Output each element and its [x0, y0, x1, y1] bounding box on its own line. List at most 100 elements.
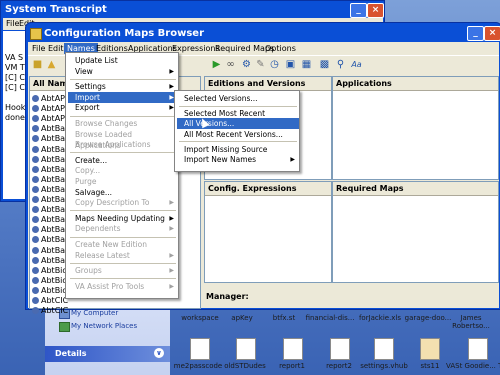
- tool-icon[interactable]: ▦: [300, 58, 313, 71]
- application-icon: [32, 125, 39, 133]
- menu-item[interactable]: Selected Versions...: [177, 93, 299, 104]
- application-icon: [32, 307, 39, 315]
- pane-header: Required Maps: [333, 182, 498, 196]
- required-maps-pane[interactable]: Required Maps: [332, 181, 499, 283]
- font-icon[interactable]: Aa: [350, 58, 363, 71]
- file-icon[interactable]: [330, 338, 350, 360]
- application-icon: [32, 226, 39, 234]
- menu-item[interactable]: Import ▶: [68, 91, 178, 103]
- manager-label: Manager:: [206, 292, 249, 301]
- menu-item-label: Maps Needing Updating: [75, 213, 165, 223]
- menu-item-label: Import Missing Source: [184, 144, 268, 154]
- open-folder-icon[interactable]: ▲: [45, 58, 58, 71]
- applications-pane[interactable]: Applications: [332, 76, 499, 180]
- application-icon: [32, 256, 39, 264]
- application-icon: [32, 135, 39, 143]
- application-icon: [32, 236, 39, 244]
- menu-item[interactable]: Create...: [68, 155, 178, 166]
- application-icon: [32, 196, 39, 203]
- menu-item[interactable]: Settings ▶: [68, 81, 178, 92]
- minimize-button[interactable]: _: [467, 26, 484, 41]
- menu-item[interactable]: Update List: [68, 55, 178, 66]
- import-submenu: Selected Versions... Selected Most Recent…: [174, 90, 300, 172]
- menu-separator: [179, 105, 297, 107]
- menu-item: Browse Loaded Applications: [68, 129, 178, 150]
- menu-item[interactable]: Salvage...: [68, 187, 178, 198]
- menu-item-label: Salvage...: [75, 187, 113, 197]
- menu-separator: [70, 236, 176, 238]
- close-button[interactable]: ×: [367, 3, 384, 18]
- tool-icon[interactable]: ✎: [254, 58, 267, 71]
- desktop-file-label[interactable]: VASt Goodie... Tools Arg...: [446, 362, 500, 370]
- submenu-arrow-icon: ▶: [169, 282, 174, 290]
- new-icon[interactable]: ■: [31, 58, 44, 71]
- menu-item-label: Update List: [75, 56, 118, 65]
- my-network-places-link[interactable]: My Network Places: [71, 322, 137, 330]
- menu-item: VA Assist Pro Tools ▶: [68, 281, 178, 292]
- tool-icon[interactable]: ▩: [318, 58, 331, 71]
- list-item[interactable]: AbtCIC: [32, 305, 68, 316]
- menu-item-label: Import: [75, 92, 100, 102]
- close-button[interactable]: ×: [484, 26, 500, 41]
- menu-separator: [70, 262, 176, 264]
- application-icon: [32, 105, 39, 113]
- menu-item[interactable]: Maps Needing Updating ▶: [68, 213, 178, 224]
- menu-separator: [70, 210, 176, 212]
- file-icon[interactable]: [468, 338, 488, 360]
- file-icon[interactable]: [420, 338, 440, 360]
- menu-item[interactable]: View ▶: [68, 66, 178, 77]
- search-icon[interactable]: ⚲: [334, 58, 347, 71]
- menu-item[interactable]: All Most Recent Versions...: [177, 129, 299, 140]
- clock-icon[interactable]: ◷: [268, 58, 281, 71]
- menu-file[interactable]: File: [6, 19, 19, 28]
- menu-separator: [70, 278, 176, 280]
- menu-item[interactable]: Export ▶: [68, 102, 178, 113]
- transcript-line: [C] C: [5, 83, 25, 92]
- menu-item: Browse Applications: [68, 139, 178, 150]
- menu-item: Purge: [68, 176, 178, 187]
- file-icon[interactable]: [374, 338, 394, 360]
- application-icon: [32, 95, 39, 102]
- file-icon[interactable]: [236, 338, 256, 360]
- tool-icon[interactable]: ⚙: [240, 58, 253, 71]
- inspect-icon[interactable]: ∞: [224, 58, 237, 71]
- menu-options[interactable]: Options: [262, 43, 299, 54]
- menu-item-label: Export: [75, 103, 100, 113]
- run-icon[interactable]: ▶: [210, 58, 223, 71]
- file-icon[interactable]: [190, 338, 210, 360]
- application-icon: [32, 175, 39, 183]
- menu-item-label: Settings: [75, 82, 106, 92]
- my-computer-link[interactable]: My Computer: [71, 309, 118, 317]
- minimize-button[interactable]: _: [350, 3, 367, 18]
- submenu-arrow-icon: ▶: [169, 199, 174, 207]
- menu-item-label: All Most Recent Versions...: [184, 129, 283, 139]
- submenu-arrow-icon: ▶: [169, 214, 174, 222]
- details-section-header[interactable]: Details ∨: [45, 346, 170, 362]
- menu-item: Copy Description To ▶: [68, 197, 178, 208]
- desktop-file-label[interactable]: James Robertso...: [442, 314, 500, 330]
- pane-header: Applications: [333, 77, 498, 91]
- transcript-line: VA S: [5, 53, 24, 62]
- pane-header: Editions and Versions: [205, 77, 331, 91]
- menu-item: Create New Edition: [68, 239, 178, 250]
- menu-item[interactable]: Import New Names ▶: [177, 154, 299, 165]
- application-icon: [32, 185, 39, 193]
- menu-item-label: Browse Changes: [75, 119, 138, 128]
- config-expressions-pane[interactable]: Config. Expressions: [204, 181, 332, 283]
- menu-item: Browse Changes: [68, 118, 178, 129]
- list-item-label: AbtCIC: [41, 306, 69, 316]
- application-icon: [32, 286, 39, 294]
- menu-item-label: Selected Versions...: [184, 94, 258, 103]
- submenu-arrow-icon: ▶: [169, 225, 174, 233]
- chevron-down-icon[interactable]: ∨: [154, 348, 164, 358]
- tool-icon[interactable]: ▣: [284, 58, 297, 71]
- application-icon: [32, 276, 39, 284]
- app-icon: [30, 28, 42, 40]
- menu-item: Groups ▶: [68, 265, 178, 276]
- window-title: Configuration Maps Browser: [44, 28, 204, 39]
- transcript-line: done: [5, 113, 25, 122]
- file-icon[interactable]: [283, 338, 303, 360]
- menu-item: Release Latest ▶: [68, 250, 178, 261]
- list-item-label: AbtBid: [41, 285, 68, 295]
- application-icon: [32, 206, 39, 214]
